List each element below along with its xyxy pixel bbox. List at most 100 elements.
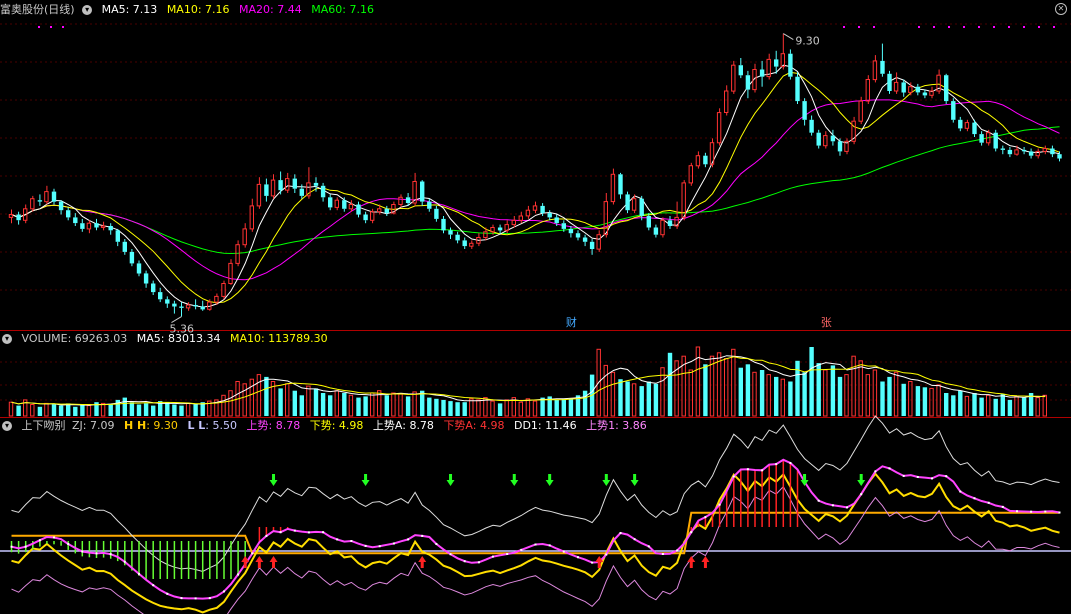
volume-ma10-readout: MA10: 113789.30 (229, 332, 328, 345)
candle-body (738, 65, 743, 76)
volume-bar (972, 393, 977, 416)
price-panel-header: 富奥股份(日线) ▾ MA5: 7.13 MA10: 7.16 MA20: 7.… (0, 2, 380, 18)
chevron-down-icon[interactable]: ▾ (2, 334, 12, 344)
down-candle (958, 116, 963, 132)
volume-bar (51, 404, 57, 416)
trend-dot (973, 497, 976, 500)
down-candle (1028, 148, 1034, 159)
up-candle (86, 220, 92, 234)
trend-dot (322, 531, 325, 534)
sell-arrow-icon (446, 474, 455, 486)
down-candle (143, 270, 149, 288)
trend-dot (435, 543, 438, 545)
down-candle (108, 223, 113, 235)
down-candle (73, 213, 78, 226)
down-candle (887, 70, 892, 94)
volume-bar (639, 386, 644, 416)
chevron-down-icon[interactable]: ▾ (2, 421, 12, 431)
ma20-readout: MA20: 7.44 (239, 3, 302, 16)
trend-dot (619, 532, 622, 534)
candle-body (193, 305, 198, 307)
down-candle (880, 43, 885, 77)
volume-bar (795, 360, 800, 416)
down-candle (922, 89, 928, 99)
down-candle (37, 194, 43, 206)
down-candle (745, 70, 751, 99)
down-candle (901, 79, 906, 97)
trend-dot (987, 501, 990, 504)
volume-bar (731, 348, 736, 417)
indicator-name: 上下吻别 (21, 419, 66, 432)
down-candle (1000, 145, 1005, 155)
candle-body (724, 90, 729, 113)
candle-body (172, 303, 177, 307)
trend-dot (534, 543, 537, 546)
candle-body (887, 73, 892, 91)
up-candle (242, 223, 247, 248)
volume-bar (405, 396, 411, 416)
volume-bar (108, 404, 113, 416)
close-icon[interactable]: ✕ (1055, 3, 1067, 15)
candle-body (16, 214, 21, 221)
candle-body (951, 101, 956, 120)
candle-body (434, 208, 439, 219)
down-candle (915, 83, 921, 96)
volume-bar (228, 390, 233, 417)
candle-body (1007, 149, 1013, 155)
candle-body (1014, 149, 1019, 155)
up-candle (30, 195, 35, 212)
candle-body (299, 188, 304, 196)
trend-dot (208, 597, 211, 600)
candle-body (441, 218, 446, 231)
candle-body (469, 242, 474, 247)
trend-dot (38, 539, 41, 542)
volume-bar (462, 402, 467, 416)
candle-body (610, 173, 616, 203)
trend-dot (138, 572, 140, 575)
volume-bar (872, 369, 878, 417)
candle-body (37, 200, 43, 202)
volume-bar (922, 387, 928, 417)
signal-dot (873, 26, 875, 28)
trend-dot (860, 493, 863, 496)
signal-dot (50, 26, 52, 28)
up-candle (851, 116, 856, 145)
down-candle (179, 302, 184, 317)
down-candle (264, 178, 269, 202)
candle-body (342, 200, 347, 209)
down-candle (151, 280, 156, 295)
down-candle (172, 300, 177, 314)
stock-chart[interactable]: 9.305.36财张 (0, 0, 1071, 614)
up-candle (518, 211, 523, 224)
volume-bar (278, 388, 283, 416)
trend-dot (775, 463, 778, 466)
down-candle (278, 171, 283, 195)
candle-body (370, 211, 375, 221)
up-trend-1-readout: 上势1: 3.86 (586, 419, 647, 432)
volume-bar (958, 390, 963, 416)
trend-dot (1016, 510, 1018, 513)
trend-dot (378, 545, 381, 548)
candle-body (122, 241, 127, 252)
trend-dot (492, 555, 494, 558)
candle-body (618, 174, 623, 195)
up-candle (844, 138, 849, 155)
up-candle (256, 177, 262, 209)
down-candle (830, 129, 836, 146)
chevron-down-icon[interactable]: ▾ (82, 5, 93, 15)
volume-bar (603, 364, 608, 417)
trend-dot (846, 506, 848, 509)
down-candle (497, 224, 503, 234)
candle-body (221, 283, 226, 297)
signal-dot (62, 26, 64, 28)
candle-body (100, 225, 106, 228)
signal-dot (858, 26, 860, 28)
candle-body (554, 217, 559, 224)
volume-bar (391, 392, 396, 417)
down-candle (575, 230, 581, 241)
candle-body (816, 132, 821, 146)
candle-body (788, 53, 793, 77)
signal-dot (38, 26, 40, 28)
candle-body (165, 299, 170, 304)
volume-bar (490, 400, 495, 417)
